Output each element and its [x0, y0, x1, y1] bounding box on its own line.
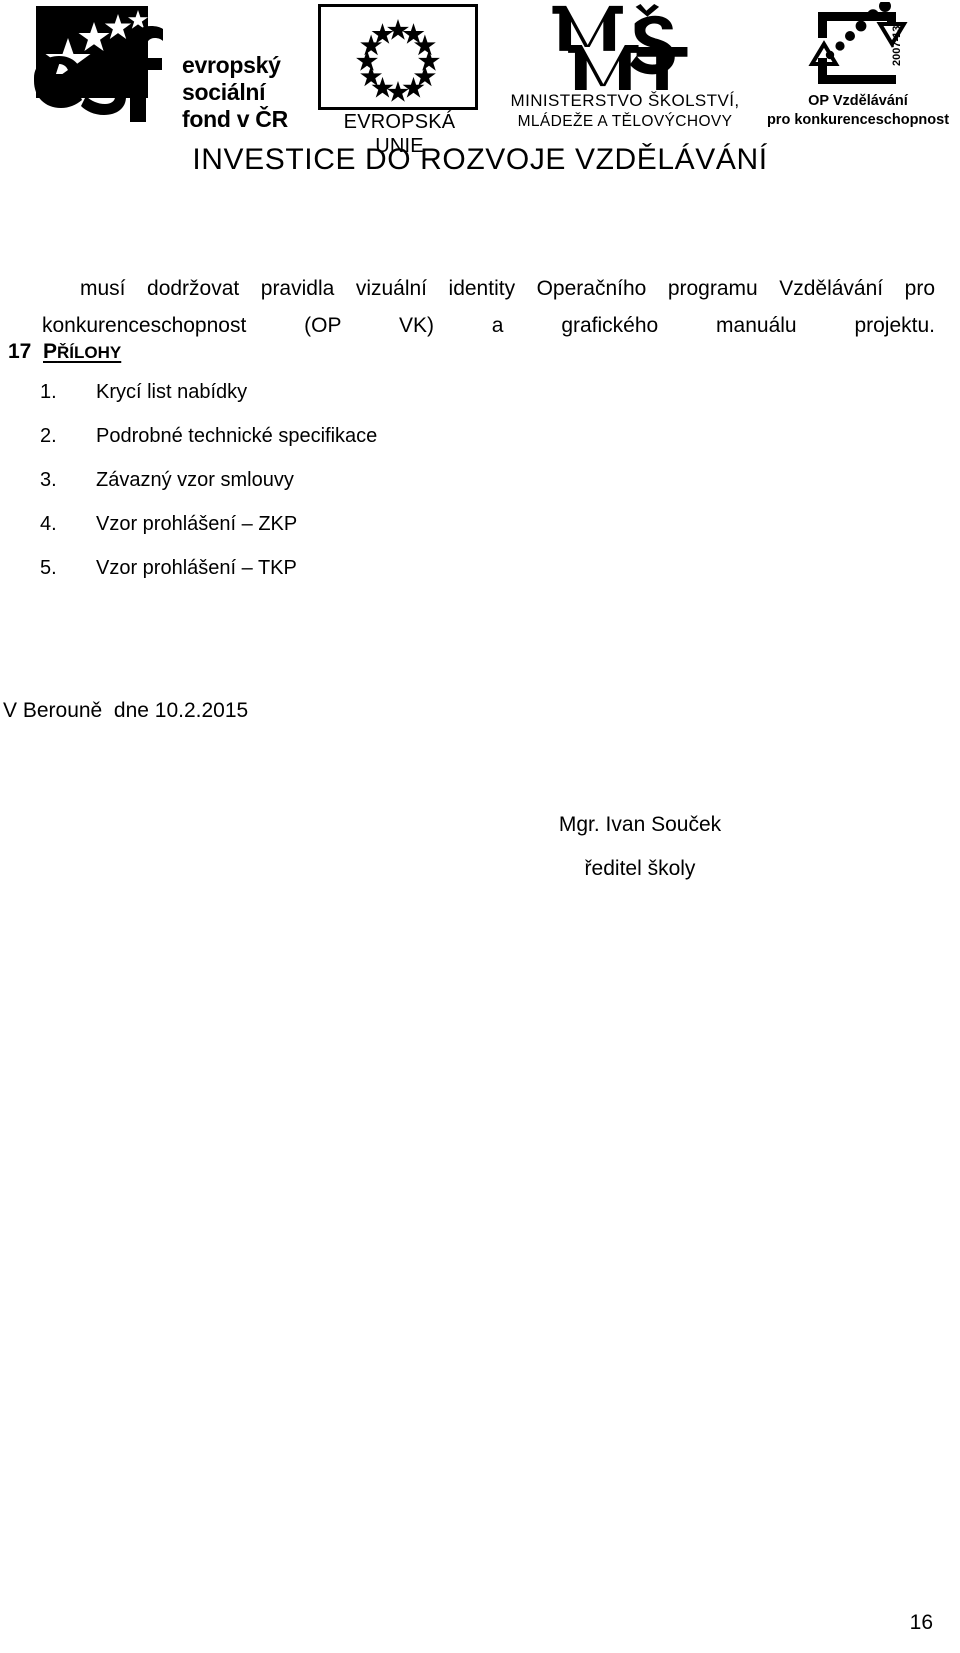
- list-item-label: Podrobné technické specifikace: [96, 425, 378, 447]
- esf-word-line-1: evropský: [182, 52, 281, 78]
- op-vzdelavani-logo: 2007-13 OP Vzdělávání pro konkurencescho…: [760, 2, 960, 134]
- list-item-label: Krycí list nabídky: [96, 381, 248, 403]
- list-item: 3. Závazný vzor smlouvy: [40, 468, 560, 512]
- msmt-caption-line-1: MINISTERSTVO ŠKOLSTVÍ,: [510, 91, 740, 110]
- list-item-label: Vzor prohlášení – TKP: [96, 557, 297, 579]
- esf-stars-logo-icon: [34, 6, 163, 122]
- list-item-number: 3.: [40, 469, 57, 491]
- op-vzdelavani-caption: OP Vzdělávání pro konkurenceschopnost: [760, 92, 956, 130]
- eu-flag-stars-icon: [356, 19, 440, 102]
- msmt-logo-caption: MINISTERSTVO ŠKOLSTVÍ, MLÁDEŽE A TĚLOVÝC…: [495, 90, 755, 132]
- esf-word-line-3: fond v ČR: [182, 106, 288, 132]
- section-number: 17: [8, 340, 32, 363]
- place-and-date-line: V Berouně dne 10.2.2015: [3, 699, 249, 722]
- section-title: PŘÍLOHY: [43, 340, 121, 363]
- op-vzdelavani-bracket-icon: 2007-13: [808, 2, 908, 84]
- body-paragraph-line-2: konkurenceschopnost (OP VK) a grafického…: [42, 314, 935, 337]
- section-title-initial: P: [43, 340, 58, 363]
- esf-logo: evropský sociální fond v ČR: [30, 4, 300, 134]
- list-item-number: 2.: [40, 425, 57, 447]
- eu-funding-logo-banner: evropský sociální fond v ČR EVROPSKÁ UNI…: [0, 0, 960, 200]
- body-paragraph-line-1: musí dodržovat pravidla vizuální identit…: [80, 277, 935, 300]
- eu-flag-frame: [318, 4, 478, 110]
- opvk-caption-line-1: OP Vzdělávání: [808, 93, 908, 109]
- section-title-rest: ŘÍLOHY: [57, 343, 122, 362]
- attachments-list: 1. Krycí list nabídky 2. Podrobné techni…: [40, 380, 560, 600]
- msmt-caption-line-2: MLÁDEŽE A TĚLOVÝCHOVY: [517, 113, 733, 130]
- list-item: 4. Vzor prohlášení – ZKP: [40, 512, 560, 556]
- section-heading-prilohy: 17 PŘÍLOHY: [8, 340, 408, 364]
- list-item-number: 4.: [40, 513, 57, 535]
- list-item: 2. Podrobné technické specifikace: [40, 424, 560, 468]
- signatory-role: ředitel školy: [584, 857, 696, 880]
- body-paragraph: musí dodržovat pravidla vizuální identit…: [42, 270, 935, 381]
- esf-word-line-2: sociální: [182, 79, 266, 105]
- european-union-logo: EVROPSKÁ UNIE: [318, 4, 488, 157]
- esf-logo-wordmark: evropský sociální fond v ČR: [182, 52, 302, 133]
- msmt-monogram-icon: [552, 3, 688, 91]
- list-item: 5. Vzor prohlášení – TKP: [40, 556, 560, 600]
- banner-slogan: INVESTICE DO ROZVOJE VZDĚLÁVÁNÍ: [192, 143, 768, 176]
- page-number: 16: [909, 1611, 933, 1634]
- list-item: 1. Krycí list nabídky: [40, 380, 560, 424]
- list-item-label: Závazný vzor smlouvy: [96, 469, 294, 491]
- msmt-logo: MINISTERSTVO ŠKOLSTVÍ, MLÁDEŽE A TĚLOVÝC…: [495, 2, 755, 134]
- list-item-number: 5.: [40, 557, 57, 579]
- signatory-name: Mgr. Ivan Souček: [558, 813, 722, 836]
- list-item-label: Vzor prohlášení – ZKP: [96, 513, 298, 535]
- list-item-number: 1.: [40, 381, 57, 403]
- opvk-caption-line-2: pro konkurenceschopnost: [766, 112, 950, 128]
- signature-block: Mgr. Ivan Souček ředitel školy: [430, 810, 850, 884]
- op-vzdelavani-years-label: 2007-13: [891, 26, 903, 66]
